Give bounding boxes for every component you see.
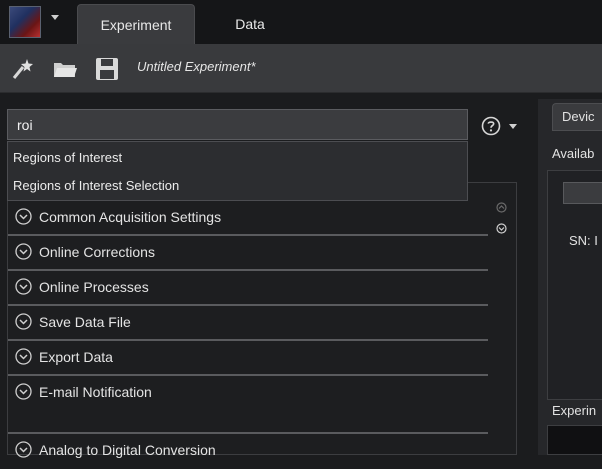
section-label: Save Data File	[39, 314, 131, 330]
device-header-bar	[563, 182, 602, 204]
expand-chevron-icon	[15, 278, 32, 295]
expand-chevron-icon	[15, 208, 32, 225]
tab-devices-label: Devic	[562, 109, 595, 124]
tab-data[interactable]: Data	[200, 4, 300, 44]
device-serial-label: SN: I	[569, 233, 598, 248]
section-email-notification[interactable]: E-mail Notification	[8, 376, 488, 434]
section-export-data[interactable]: Export Data	[8, 341, 488, 376]
section-online-corrections[interactable]: Online Corrections	[8, 236, 488, 271]
experiment-devices-area	[547, 425, 602, 455]
app-logo-icon[interactable]	[9, 6, 41, 38]
search-input[interactable]	[7, 109, 468, 140]
settings-panel: Common Acquisition Settings Online Corre…	[7, 182, 517, 458]
section-label: Common Acquisition Settings	[39, 209, 222, 225]
section-label: E-mail Notification	[39, 384, 152, 400]
experiment-title: Untitled Experiment*	[137, 59, 256, 74]
expand-chevron-icon	[15, 348, 32, 365]
app-menu-dropdown-icon[interactable]	[51, 15, 59, 20]
toolbar	[0, 44, 602, 93]
sn-label-clip: SN: I	[569, 233, 602, 251]
section-save-data-file[interactable]: Save Data File	[8, 306, 488, 341]
section-label: Online Processes	[39, 279, 149, 295]
new-experiment-wand-icon[interactable]	[10, 56, 36, 82]
expand-chevron-icon	[15, 313, 32, 330]
available-devices-label-clip: Availab	[552, 146, 602, 164]
search-suggestions: Regions of Interest Regions of Interest …	[7, 141, 468, 201]
section-analog-to-digital-conversion[interactable]: Analog to Digital Conversion	[8, 434, 488, 469]
experiment-devices-label-clip: Experin	[552, 403, 602, 421]
available-devices-area	[547, 170, 602, 400]
available-devices-label: Availab	[552, 146, 595, 161]
help-dropdown-icon[interactable]	[509, 124, 517, 129]
suggestion-item[interactable]: Regions of Interest Selection	[13, 178, 179, 193]
section-common-acquisition-settings[interactable]: Common Acquisition Settings	[8, 201, 488, 236]
save-disk-icon[interactable]	[94, 56, 120, 82]
experiment-devices-label: Experin	[552, 403, 597, 418]
help-question-icon[interactable]	[481, 116, 501, 136]
open-folder-icon[interactable]	[52, 56, 78, 82]
section-label: Online Corrections	[39, 244, 155, 260]
suggestion-item[interactable]: Regions of Interest	[13, 150, 122, 165]
section-label: Analog to Digital Conversion	[39, 442, 216, 458]
expand-chevron-icon	[15, 243, 32, 260]
tab-experiment[interactable]: Experiment	[77, 4, 195, 44]
expand-all-icon[interactable]	[496, 223, 507, 234]
tab-devices-clip: Devic	[552, 103, 602, 131]
expand-chevron-icon	[15, 441, 32, 458]
section-online-processes[interactable]: Online Processes	[8, 271, 488, 306]
collapse-all-icon[interactable]	[496, 202, 507, 213]
section-label: Export Data	[39, 349, 113, 365]
expand-chevron-icon	[15, 383, 32, 400]
